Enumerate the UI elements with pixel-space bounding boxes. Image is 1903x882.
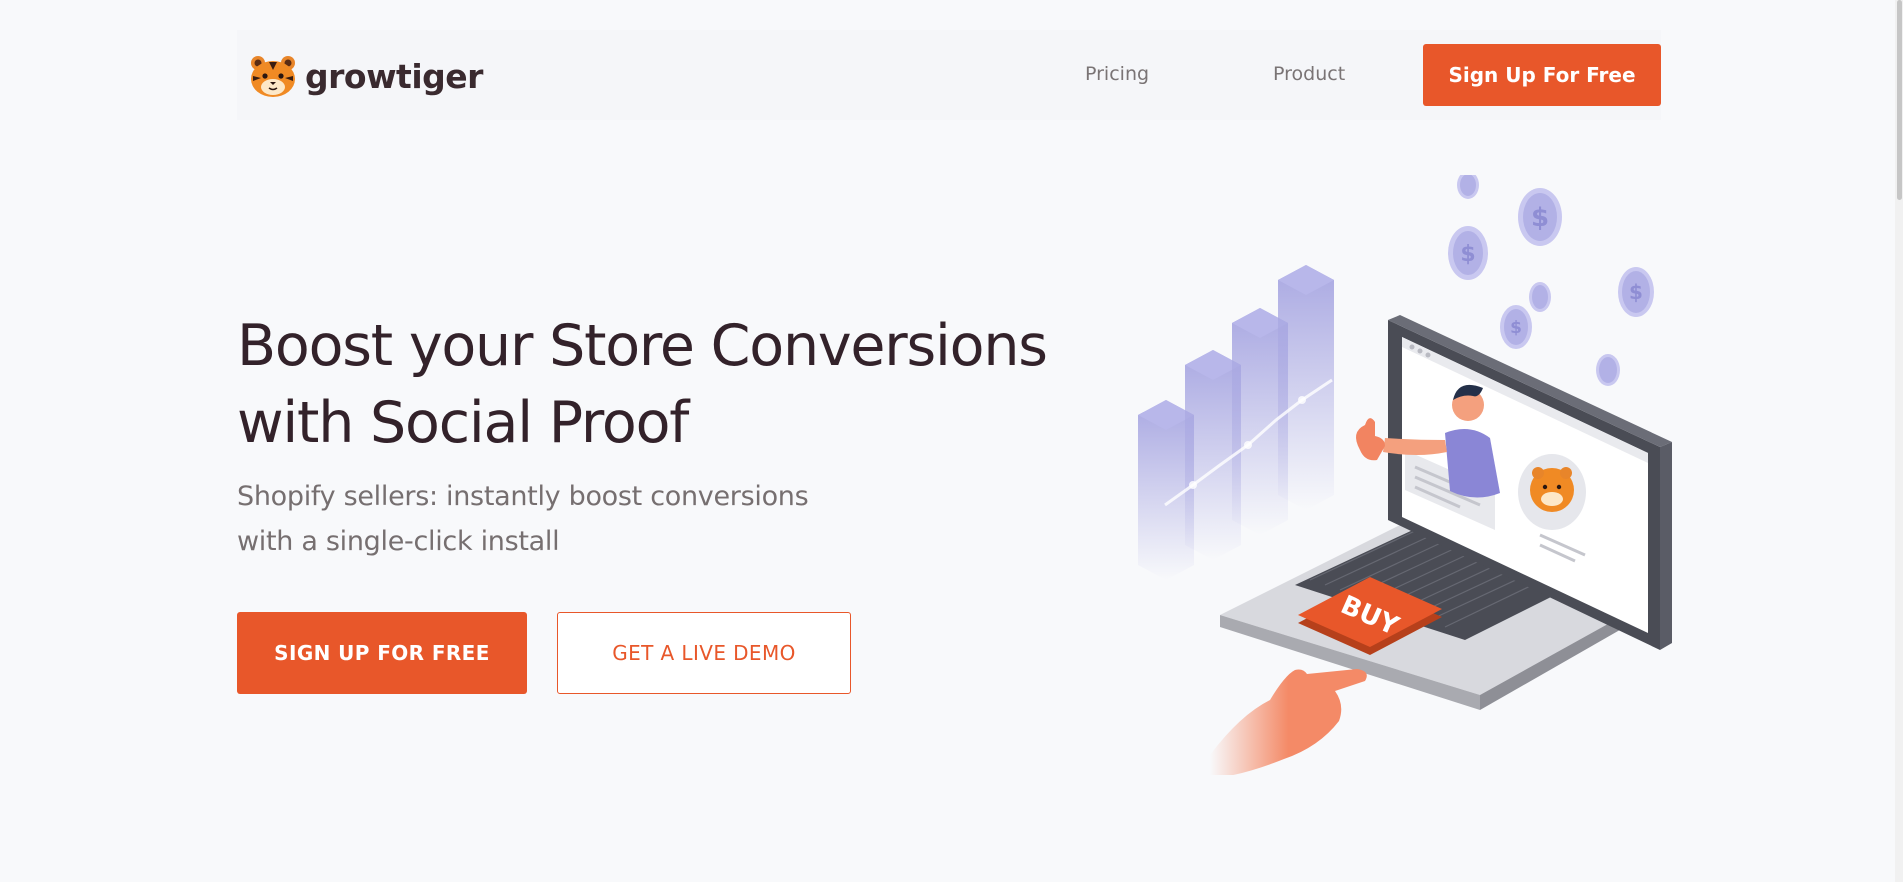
- tiger-logo-icon: [251, 56, 295, 97]
- hand-graphic: [1210, 669, 1367, 775]
- coin-label: $: [1629, 280, 1643, 304]
- coin-label: $: [1531, 203, 1549, 233]
- hero-subtitle-line-1: Shopify sellers: instantly boost convers…: [237, 481, 809, 512]
- logo-text: growtiger: [305, 56, 483, 96]
- page-scrollbar[interactable]: [1895, 0, 1903, 882]
- hero-title: Boost your Store Conversions with Social…: [237, 308, 1048, 462]
- hero-title-line-2: with Social Proof: [237, 390, 689, 456]
- landing-page: growtiger Pricing Product Sign Up For Fr…: [0, 0, 1903, 882]
- hero-subtitle: Shopify sellers: instantly boost convers…: [237, 474, 877, 564]
- header-signup-button[interactable]: Sign Up For Free: [1423, 44, 1661, 106]
- hero-illustration: $ $ $ $ BUY: [1138, 175, 1672, 775]
- hero-subtitle-line-2: with a single-click install: [237, 526, 560, 557]
- scrollbar-thumb[interactable]: [1897, 0, 1902, 200]
- logo-link[interactable]: growtiger: [249, 54, 483, 98]
- bar-chart-graphic: [1138, 265, 1334, 580]
- site-header: growtiger Pricing Product Sign Up For Fr…: [237, 30, 1661, 120]
- live-demo-button[interactable]: GET A LIVE DEMO: [557, 612, 851, 694]
- nav-pricing-link[interactable]: Pricing: [1085, 63, 1149, 85]
- coin-label: $: [1510, 318, 1522, 338]
- nav-product-link[interactable]: Product: [1273, 63, 1345, 85]
- hero-signup-button[interactable]: SIGN UP FOR FREE: [237, 612, 527, 694]
- coin-label: $: [1460, 242, 1475, 267]
- hero-title-line-1: Boost your Store Conversions: [237, 313, 1048, 379]
